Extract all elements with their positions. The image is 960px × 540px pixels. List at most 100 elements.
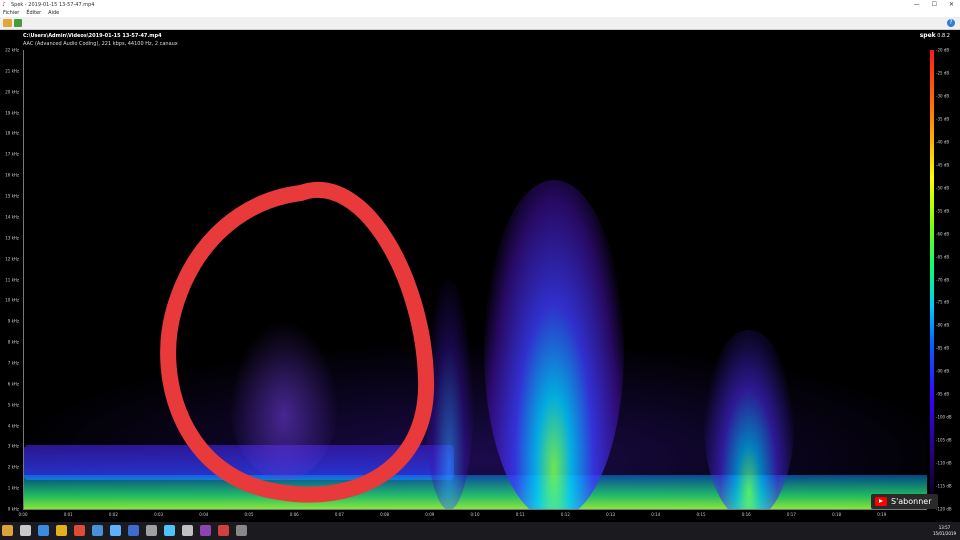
db-tick-label: -20 dB — [936, 47, 950, 53]
taskbar-app-icon[interactable] — [38, 525, 49, 536]
db-tick-label: -65 dB — [936, 254, 950, 260]
time-axis: 0:00 0:01 0:02 0:03 0:04 0:05 0:06 0:07 0:08 0:09… — [19, 512, 926, 520]
freq-tick-label: 12 kHz — [5, 256, 19, 262]
freq-tick-label: 18 kHz — [5, 130, 19, 136]
time-tick-label: 0:16 — [741, 512, 751, 517]
time-tick-label: 0:19 — [877, 512, 887, 517]
taskbar-app-icon[interactable] — [200, 525, 211, 536]
spectrogram-plot — [23, 50, 927, 510]
time-tick-label: 0:04 — [199, 512, 209, 517]
time-tick-label: 0:13 — [606, 512, 616, 517]
time-tick-label: 0:00 — [18, 512, 28, 517]
time-tick-label: 0:14 — [651, 512, 661, 517]
freq-tick-label: 15 kHz — [5, 193, 19, 199]
db-tick-label: -90 dB — [936, 368, 950, 374]
window-controls: — ☐ ✕ — [914, 0, 954, 9]
spek-app-icon: ♪ — [2, 0, 6, 8]
taskbar-app-icon[interactable] — [146, 525, 157, 536]
time-tick-label: 0:10 — [470, 512, 480, 517]
taskbar-app-icon[interactable] — [92, 525, 103, 536]
time-tick-label: 0:17 — [786, 512, 796, 517]
maximize-button[interactable]: ☐ — [932, 0, 937, 9]
taskbar-app-icon[interactable] — [236, 525, 247, 536]
freq-tick-label: 2 kHz — [7, 464, 19, 470]
taskbar-app-icon[interactable] — [20, 525, 31, 536]
freq-tick-label: 19 kHz — [5, 110, 19, 116]
minimize-button[interactable]: — — [914, 0, 920, 9]
freq-tick-label: 16 kHz — [5, 172, 19, 178]
freq-tick-label: 8 kHz — [7, 339, 19, 345]
freq-tick-label: 1 kHz — [7, 485, 19, 491]
taskbar-app-icon[interactable] — [128, 525, 139, 536]
db-tick-label: -80 dB — [936, 322, 950, 328]
taskbar-app-icon[interactable] — [182, 525, 193, 536]
db-tick-label: -35 dB — [936, 116, 950, 122]
db-color-scale — [930, 50, 934, 509]
file-path: C:\Users\Admin\Videos\2019-01-15 13-57-4… — [23, 33, 162, 39]
db-tick-label: -45 dB — [936, 162, 950, 168]
taskbar-app-icon[interactable] — [2, 525, 13, 536]
freq-tick-label: 14 kHz — [5, 214, 19, 220]
subscribe-label: S'abonner — [891, 497, 932, 506]
help-icon[interactable]: ? — [947, 19, 955, 27]
taskbar-app-icon[interactable] — [56, 525, 67, 536]
time-tick-label: 0:01 — [63, 512, 73, 517]
subscribe-button[interactable]: S'abonner — [871, 494, 938, 509]
clock-date: 15/01/2019 — [932, 531, 956, 536]
taskbar-app-icon[interactable] — [218, 525, 229, 536]
db-tick-label: -105 dB — [936, 437, 952, 443]
db-tick-label: -50 dB — [936, 185, 950, 191]
time-tick-label: 0:03 — [154, 512, 164, 517]
toolbar: ? — [0, 17, 960, 30]
menu-edit[interactable]: Éditer — [26, 10, 41, 16]
db-tick-label: -95 dB — [936, 391, 950, 397]
freq-tick-label: 11 kHz — [5, 277, 19, 282]
youtube-icon — [875, 497, 887, 506]
time-tick-label: 0:18 — [832, 512, 842, 517]
db-tick-label: -55 dB — [936, 208, 950, 214]
db-tick-label: -75 dB — [936, 299, 950, 305]
freq-tick-label: 20 kHz — [5, 89, 19, 95]
time-tick-label: 0:12 — [560, 512, 570, 517]
db-tick-label: -120 dB — [936, 506, 952, 512]
taskbar-app-icon[interactable] — [110, 525, 121, 536]
db-tick-label: -110 dB — [936, 460, 952, 466]
time-tick-label: 0:07 — [334, 512, 344, 517]
freq-tick-label: 21 kHz — [5, 68, 19, 74]
menu-help[interactable]: Aide — [48, 10, 59, 16]
db-tick-label: -100 dB — [936, 414, 952, 420]
db-axis: -20 dB -25 dB -30 dB -35 dB -40 dB -45 dB -50 … — [936, 47, 960, 512]
db-tick-label: -85 dB — [936, 345, 950, 351]
taskbar-apps — [2, 525, 247, 536]
db-tick-label: -60 dB — [936, 231, 950, 237]
menu-bar: Fichier Éditer Aide — [0, 9, 960, 17]
freq-tick-label: 7 kHz — [7, 360, 19, 366]
window-title: Spek - 2019-01-15 13-57-47.mp4 — [11, 1, 95, 8]
frequency-axis: 22 kHz 21 kHz 20 kHz 19 kHz 18 kHz 17 kHz 16 k… — [0, 48, 22, 512]
time-tick-label: 0:06 — [289, 512, 299, 517]
freq-tick-label: 10 kHz — [5, 297, 19, 303]
title-bar: ♪ Spek - 2019-01-15 13-57-47.mp4 — ☐ ✕ — [0, 0, 960, 9]
close-button[interactable]: ✕ — [949, 0, 954, 9]
freq-tick-label: 9 kHz — [7, 318, 19, 324]
save-icon[interactable] — [14, 19, 22, 27]
db-tick-label: -40 dB — [936, 139, 950, 145]
time-tick-label: 0:05 — [244, 512, 254, 517]
file-metadata: AAC (Advanced Audio Coding), 221 kbps, 4… — [23, 41, 178, 47]
system-clock[interactable]: 13:57 15/01/2019 — [933, 525, 956, 537]
time-tick-label: 0:08 — [380, 512, 390, 517]
open-folder-icon[interactable] — [3, 19, 12, 27]
freq-tick-label: 13 kHz — [5, 235, 19, 241]
red-circle-annotation — [160, 182, 435, 503]
freq-tick-label: 6 kHz — [7, 381, 19, 387]
time-tick-label: 0:11 — [515, 512, 525, 517]
time-tick-label: 0:02 — [108, 512, 118, 517]
taskbar: 13:57 15/01/2019 — [0, 522, 960, 540]
freq-tick-label: 17 kHz — [5, 151, 19, 157]
menu-file[interactable]: Fichier — [3, 10, 19, 16]
app-version: spek 0.8.2 — [919, 32, 950, 39]
taskbar-app-icon[interactable] — [74, 525, 85, 536]
freq-tick-label: 3 kHz — [7, 443, 19, 449]
db-tick-label: -25 dB — [936, 70, 950, 76]
taskbar-app-icon[interactable] — [164, 525, 175, 536]
